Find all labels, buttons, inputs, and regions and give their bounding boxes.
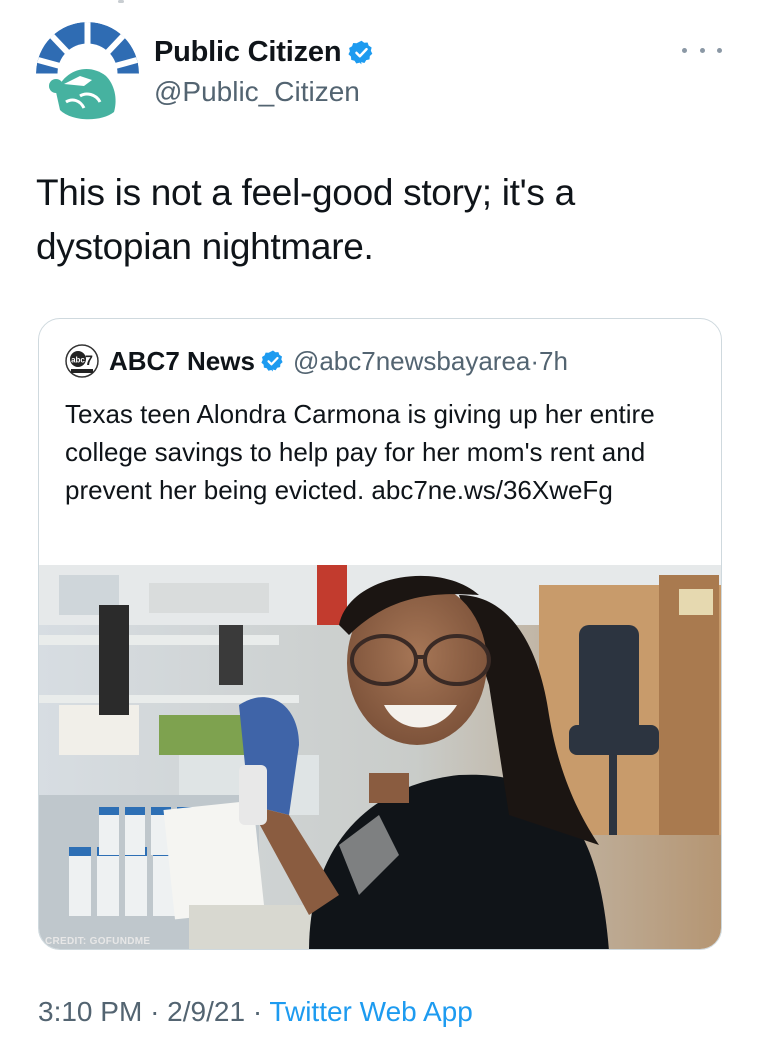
author-handle[interactable]: @Public_Citizen	[154, 76, 360, 108]
svg-text:abc: abc	[71, 356, 85, 365]
display-name[interactable]: Public Citizen	[154, 36, 342, 69]
tweet-source-link[interactable]: Twitter Web App	[269, 996, 472, 1027]
more-options-icon[interactable]	[682, 40, 722, 60]
tweet-time[interactable]: 3:10 PM	[38, 996, 142, 1027]
tweet-date[interactable]: 2/9/21	[167, 996, 245, 1027]
quoted-tweet-card[interactable]: abc 7 ABC7 News @abc7newsbayarea · 7h Te…	[38, 318, 722, 950]
quoted-handle[interactable]: @abc7newsbayarea	[293, 346, 530, 377]
tweet-header: Public Citizen @Public_Citizen	[36, 22, 726, 132]
quoted-timestamp[interactable]: 7h	[539, 346, 568, 377]
svg-text:7: 7	[85, 352, 93, 368]
lab-photo-image	[39, 565, 721, 949]
author-name-row[interactable]: Public Citizen	[154, 36, 375, 69]
photo-credit: CREDIT: GOFUNDME	[45, 936, 151, 947]
abc7-logo-icon: abc 7	[65, 344, 99, 378]
quoted-tweet-photo[interactable]: CREDIT: GOFUNDME	[39, 565, 721, 949]
avatar[interactable]	[36, 22, 139, 125]
tweet-meta: 3:10 PM · 2/9/21 · Twitter Web App	[38, 996, 473, 1028]
separator: ·	[150, 996, 160, 1027]
statue-of-liberty-icon	[36, 22, 139, 125]
scroll-edge	[0, 0, 757, 6]
quoted-tweet-header: abc 7 ABC7 News @abc7newsbayarea · 7h	[65, 343, 568, 379]
verified-badge-icon	[261, 350, 283, 372]
quoted-tweet-text: Texas teen Alondra Carmona is giving up …	[65, 399, 655, 505]
separator: ·	[530, 345, 540, 376]
verified-badge-icon	[348, 40, 373, 65]
quoted-display-name[interactable]: ABC7 News	[109, 346, 255, 377]
separator: ·	[252, 996, 263, 1027]
tweet-text: This is not a feel-good story; it's a dy…	[36, 172, 575, 267]
